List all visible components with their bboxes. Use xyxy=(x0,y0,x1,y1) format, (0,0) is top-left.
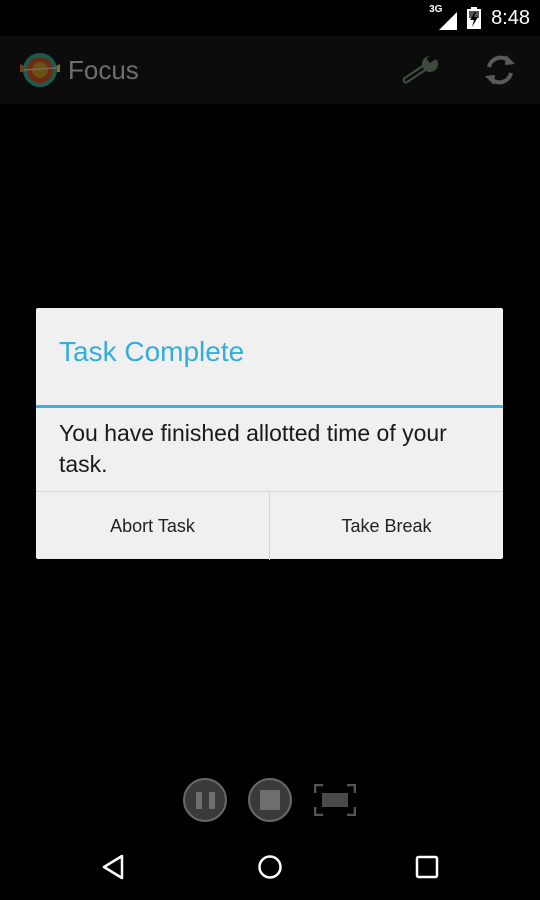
signal-indicator: 3G xyxy=(429,4,458,30)
dialog-title-divider xyxy=(36,405,503,408)
pause-icon xyxy=(195,791,215,809)
battery-charging-icon xyxy=(467,7,482,29)
dialog-button-bar: Abort Task Take Break xyxy=(36,491,503,560)
abort-task-button[interactable]: Abort Task xyxy=(36,492,269,560)
stop-button[interactable] xyxy=(248,778,292,822)
dialog-title: Task Complete xyxy=(59,336,245,367)
dialog-message: You have finished allotted time of your … xyxy=(59,420,447,477)
wrench-icon xyxy=(402,54,440,84)
navigation-bar xyxy=(0,834,540,900)
status-icons: 3G 8:48 xyxy=(429,0,530,36)
timer-controls xyxy=(0,776,540,826)
home-button[interactable] xyxy=(253,850,287,884)
recents-icon xyxy=(415,855,439,879)
refresh-icon xyxy=(485,55,515,85)
pause-button[interactable] xyxy=(183,778,227,822)
target-logo-icon[interactable] xyxy=(18,50,62,90)
signal-icon xyxy=(439,12,458,30)
fullscreen-icon[interactable] xyxy=(314,784,356,816)
recents-button[interactable] xyxy=(410,850,444,884)
task-complete-dialog: Task Complete You have finished allotted… xyxy=(36,308,503,560)
back-icon xyxy=(102,854,124,880)
status-bar: 3G 8:48 xyxy=(0,0,540,36)
refresh-button[interactable] xyxy=(480,50,520,90)
back-button[interactable] xyxy=(96,850,130,884)
action-bar: Focus xyxy=(0,36,540,104)
take-break-button[interactable]: Take Break xyxy=(269,492,503,560)
stop-icon xyxy=(260,790,280,810)
clock: 8:48 xyxy=(491,6,530,29)
settings-button[interactable] xyxy=(402,50,442,90)
app-title: Focus xyxy=(68,55,139,85)
home-icon xyxy=(258,855,282,879)
